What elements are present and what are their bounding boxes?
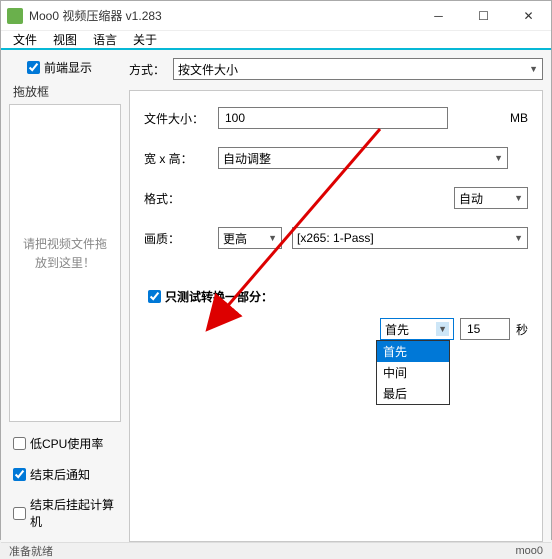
- menu-view[interactable]: 视图: [45, 31, 85, 48]
- window-buttons: ─ ☐ ✕: [416, 1, 551, 31]
- notify-end-row[interactable]: 结束后通知: [9, 465, 121, 484]
- format-value: 自动: [459, 190, 483, 207]
- notify-end-label: 结束后通知: [30, 466, 90, 483]
- titlebar[interactable]: Moo0 视频压缩器 v1.283 ─ ☐ ✕: [1, 1, 551, 31]
- filesize-unit: MB: [510, 111, 528, 125]
- right-panel: 方式： 按文件大小 ▼ 文件大小： MB 宽 x 高： 自动调整 ▼: [129, 58, 543, 542]
- suspend-end-label: 结束后挂起计算机: [30, 496, 121, 530]
- method-value: 按文件大小: [178, 61, 238, 78]
- drop-message-line1: 请把视频文件拖: [20, 235, 110, 254]
- chevron-down-icon: ▼: [268, 233, 277, 243]
- menu-about[interactable]: 关于: [125, 31, 165, 48]
- codec-dropdown[interactable]: [x265: 1-Pass] ▼: [292, 227, 528, 249]
- low-cpu-label: 低CPU使用率: [30, 435, 103, 452]
- test-position-value: 首先: [385, 321, 409, 338]
- app-window: Moo0 视频压缩器 v1.283 ─ ☐ ✕ 文件 视图 语言 关于 前端显示…: [0, 0, 552, 540]
- method-row: 方式： 按文件大小 ▼: [129, 58, 543, 80]
- menu-file[interactable]: 文件: [5, 31, 45, 48]
- filesize-row: 文件大小： MB: [144, 107, 528, 129]
- chevron-down-icon: ▼: [514, 193, 523, 203]
- suspend-end-checkbox[interactable]: [13, 507, 26, 520]
- app-icon: [7, 8, 23, 24]
- quality-row: 画质： 更高 ▼ [x265: 1-Pass] ▼: [144, 227, 528, 249]
- chevron-down-icon: ▼: [436, 322, 449, 336]
- status-text: 准备就绪: [9, 543, 53, 559]
- filesize-input[interactable]: [218, 107, 448, 129]
- filesize-label: 文件大小：: [144, 110, 208, 127]
- method-dropdown[interactable]: 按文件大小 ▼: [173, 58, 543, 80]
- test-position-dropdown[interactable]: 首先 ▼: [380, 318, 454, 340]
- drop-frame-label: 拖放框: [13, 83, 121, 100]
- status-brand: moo0: [515, 545, 543, 557]
- bottom-checkboxes: 低CPU使用率 结束后通知 结束后挂起计算机: [9, 434, 121, 542]
- wh-label: 宽 x 高：: [144, 150, 208, 167]
- front-display-checkbox[interactable]: [27, 61, 40, 74]
- suspend-end-row[interactable]: 结束后挂起计算机: [9, 496, 121, 530]
- low-cpu-row[interactable]: 低CPU使用率: [9, 434, 121, 453]
- wh-dropdown[interactable]: 自动调整 ▼: [218, 147, 508, 169]
- low-cpu-checkbox[interactable]: [13, 437, 26, 450]
- test-option-first[interactable]: 首先: [377, 341, 449, 362]
- test-label: 只测试转换一部分：: [165, 288, 273, 305]
- menu-lang[interactable]: 语言: [85, 31, 125, 48]
- window-title: Moo0 视频压缩器 v1.283: [29, 7, 416, 24]
- wh-row: 宽 x 高： 自动调整 ▼: [144, 147, 528, 169]
- test-position-popup[interactable]: 首先 中间 最后: [376, 340, 450, 405]
- drop-message: 请把视频文件拖 放到这里！: [20, 235, 110, 273]
- left-panel: 前端显示 拖放框 请把视频文件拖 放到这里！ 低CPU使用率 结束后通知: [9, 58, 121, 542]
- quality-value: 更高: [223, 230, 247, 247]
- test-row[interactable]: 只测试转换一部分：: [144, 287, 528, 306]
- format-label: 格式：: [144, 190, 208, 207]
- chevron-down-icon: ▼: [529, 64, 538, 74]
- test-option-last[interactable]: 最后: [377, 383, 449, 404]
- quality-label: 画质：: [144, 230, 208, 247]
- format-row: 格式： 自动 ▼: [144, 187, 528, 209]
- test-unit: 秒: [516, 321, 528, 338]
- chevron-down-icon: ▼: [494, 153, 503, 163]
- front-display-label: 前端显示: [44, 59, 92, 76]
- body: 前端显示 拖放框 请把视频文件拖 放到这里！ 低CPU使用率 结束后通知: [1, 50, 551, 542]
- format-dropdown[interactable]: 自动 ▼: [454, 187, 528, 209]
- codec-value: [x265: 1-Pass]: [297, 231, 374, 245]
- menubar: 文件 视图 语言 关于: [1, 31, 551, 50]
- test-params-row: 首先 ▼ 秒 首先 中间 最后: [144, 318, 528, 340]
- test-option-middle[interactable]: 中间: [377, 362, 449, 383]
- test-duration-input[interactable]: [460, 318, 510, 340]
- test-checkbox[interactable]: [148, 290, 161, 303]
- method-label: 方式：: [129, 61, 165, 78]
- wh-value: 自动调整: [223, 150, 271, 167]
- close-button[interactable]: ✕: [506, 1, 551, 31]
- front-display-row[interactable]: 前端显示: [9, 58, 121, 77]
- maximize-button[interactable]: ☐: [461, 1, 506, 31]
- chevron-down-icon: ▼: [514, 233, 523, 243]
- statusbar: 准备就绪 moo0: [1, 542, 551, 559]
- notify-end-checkbox[interactable]: [13, 468, 26, 481]
- minimize-button[interactable]: ─: [416, 1, 461, 31]
- quality-dropdown[interactable]: 更高 ▼: [218, 227, 282, 249]
- drop-zone[interactable]: 请把视频文件拖 放到这里！: [9, 104, 121, 422]
- settings-panel: 文件大小： MB 宽 x 高： 自动调整 ▼ 格式： 自动 ▼: [129, 90, 543, 542]
- drop-message-line2: 放到这里！: [20, 254, 110, 273]
